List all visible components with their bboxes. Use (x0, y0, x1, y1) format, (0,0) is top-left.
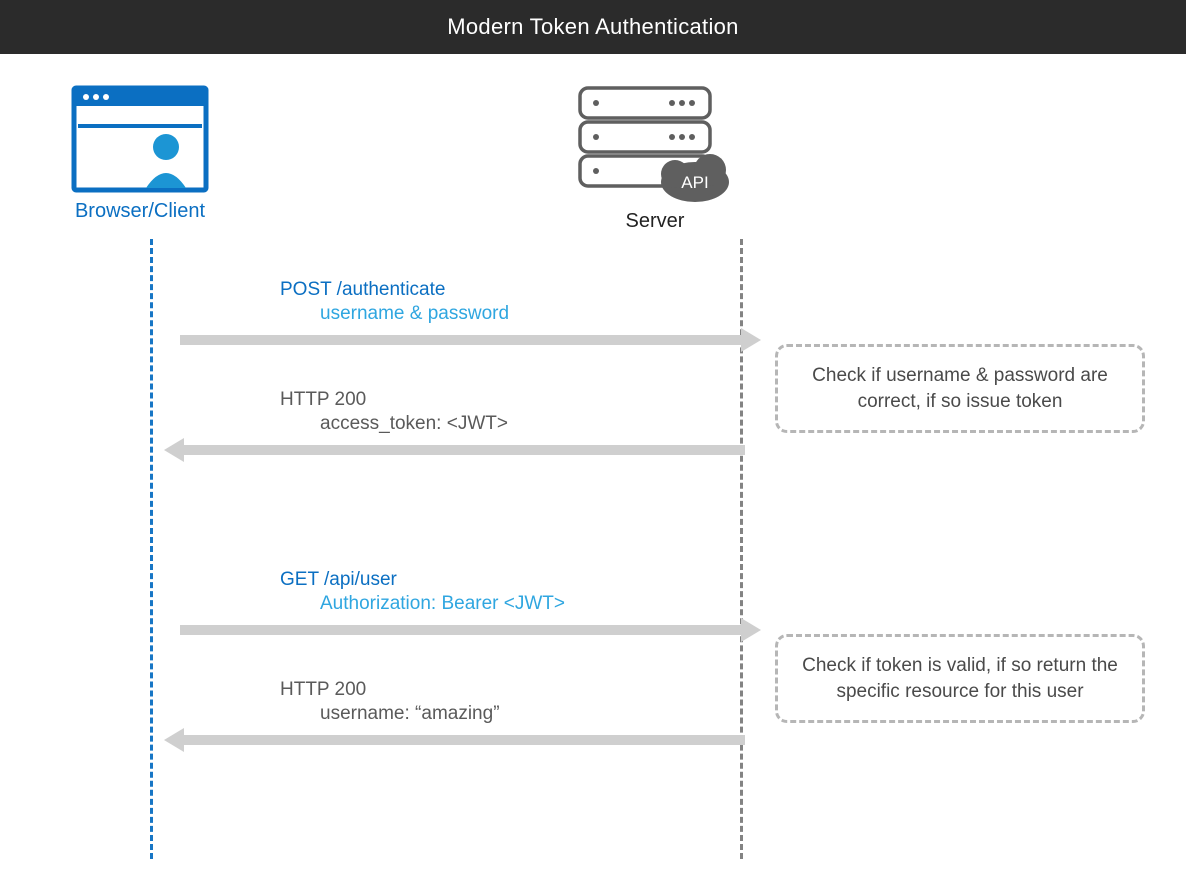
server-stack-icon: API (555, 84, 755, 204)
note-text: Check if username & password are correct… (812, 365, 1108, 412)
msg-title: HTTP 200 (280, 389, 745, 411)
message-auth-request: POST /authenticate username & password (180, 279, 745, 345)
api-badge-text: API (681, 173, 708, 192)
diagram-title: Modern Token Authentication (447, 14, 738, 40)
arrow-right-icon (180, 335, 745, 345)
message-api-response: HTTP 200 username: “amazing” (180, 679, 745, 745)
server-note-api: Check if token is valid, if so return th… (775, 634, 1145, 723)
msg-subtitle: username: “amazing” (320, 703, 745, 725)
msg-title: GET /api/user (280, 569, 745, 591)
server-note-auth: Check if username & password are correct… (775, 344, 1145, 433)
actor-server: API Server (555, 84, 755, 233)
msg-title: POST /authenticate (280, 279, 745, 301)
message-api-request: GET /api/user Authorization: Bearer <JWT… (180, 569, 745, 635)
msg-subtitle: access_token: <JWT> (320, 413, 745, 435)
arrow-left-icon (180, 735, 745, 745)
msg-subtitle: Authorization: Bearer <JWT> (320, 593, 745, 615)
actor-client-label: Browser/Client (40, 200, 240, 223)
browser-window-icon (40, 84, 240, 194)
diagram-title-bar: Modern Token Authentication (0, 0, 1186, 54)
diagram-canvas: Browser/Client (0, 54, 1186, 885)
message-auth-response: HTTP 200 access_token: <JWT> (180, 389, 745, 455)
actor-server-label: Server (555, 210, 755, 233)
msg-subtitle: username & password (320, 303, 745, 325)
lifeline-client (150, 239, 153, 859)
actor-client: Browser/Client (40, 84, 240, 223)
note-text: Check if token is valid, if so return th… (802, 655, 1118, 702)
arrow-right-icon (180, 625, 745, 635)
msg-title: HTTP 200 (280, 679, 745, 701)
arrow-left-icon (180, 445, 745, 455)
